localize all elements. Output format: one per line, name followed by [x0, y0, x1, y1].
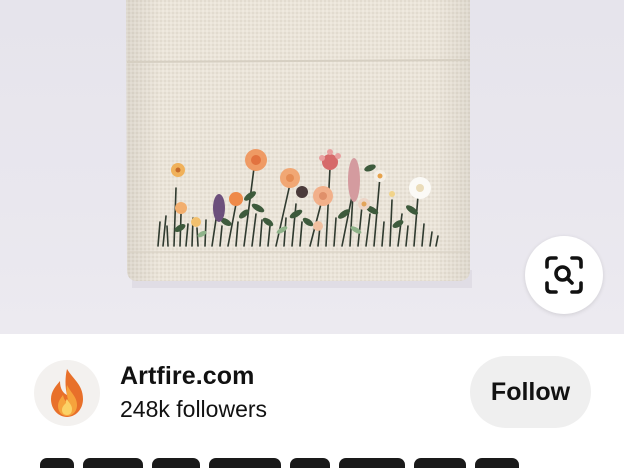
artfire-flame-icon: [51, 369, 83, 417]
lens-search-icon: [545, 256, 583, 294]
pin-title-cutoff: [40, 458, 560, 468]
pin-image[interactable]: [0, 0, 624, 334]
follower-count: 248k followers: [120, 396, 268, 422]
creator-avatar[interactable]: [34, 360, 100, 426]
pin-closeup-screen: Artfire.com 248k followers Follow: [0, 0, 624, 468]
visual-search-button[interactable]: [525, 236, 603, 314]
creator-name[interactable]: Artfire.com: [120, 362, 254, 391]
follow-button[interactable]: Follow: [470, 356, 591, 428]
